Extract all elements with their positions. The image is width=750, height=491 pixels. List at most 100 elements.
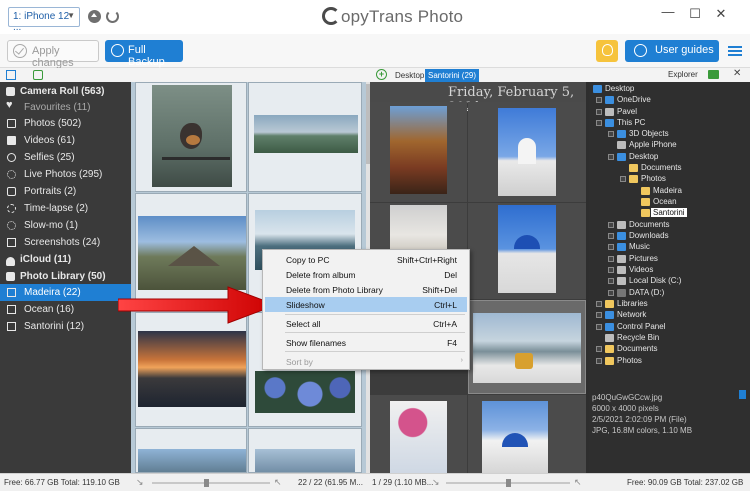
folder-icon[interactable] [708,70,719,79]
shrink-icon[interactable]: ↘ [432,477,440,488]
photo-thumbnail-selected[interactable] [468,300,586,394]
thumbnail-size-slider-right[interactable] [446,479,570,487]
add-tab-icon[interactable]: + [376,69,387,80]
photo-thumbnail[interactable] [135,428,247,473]
photo-thumbnail[interactable] [370,102,467,202]
backup-icon [111,44,124,57]
photo-thumbnail[interactable] [248,82,362,192]
minimize-button[interactable]: — [658,4,678,19]
sidebar-item-screenshots[interactable]: Screenshots (24) [0,234,131,251]
photo-thumbnail[interactable] [248,428,362,473]
sidebar-item-santorini[interactable]: Santorini (12) [0,318,131,335]
view-toggle-icon[interactable] [6,70,16,80]
pin-icon[interactable] [739,390,746,399]
sidebar-item-label: Portraits (2) [24,186,77,197]
expand-icon[interactable] [596,358,602,364]
submenu-arrow-icon: › [460,357,463,364]
expand-icon[interactable] [608,154,614,160]
computer-icon [605,119,614,127]
expand-icon[interactable] [596,120,602,126]
photo-thumbnail[interactable] [468,203,586,299]
sidebar-item-time-lapse[interactable]: Time-lapse (2) [0,200,131,217]
sidebar-item-selfies[interactable]: Selfies (25) [0,149,131,166]
expand-icon[interactable] [596,312,602,318]
sidebar-item-videos[interactable]: Videos (61) [0,132,131,149]
expand-icon[interactable] [596,97,602,103]
thumbnail-size-slider[interactable] [152,479,270,487]
expand-icon[interactable] [608,256,614,262]
apply-changes-button[interactable]: Apply changes [7,40,99,69]
maximize-button[interactable]: ☐ [685,6,705,22]
sidebar-item-portraits[interactable]: Portraits (2) [0,183,131,200]
sidebar-item-photo-library[interactable]: Photo Library (50) [0,268,131,285]
tips-lightbulb-button[interactable] [596,40,618,62]
eject-icon[interactable] [88,10,101,23]
sidebar-item-photos[interactable]: Photos (502) [0,115,131,132]
photo-thumbnail[interactable] [370,395,467,473]
menu-item-delete-from-photo-library[interactable]: Delete from Photo Library Shift+Del [265,282,467,297]
documents-icon [617,221,626,229]
refresh-icon[interactable] [106,10,119,23]
shrink-icon[interactable]: ↘ [136,477,144,488]
menu-item-slideshow[interactable]: Slideshow Ctrl+L [265,297,467,312]
expand-icon[interactable] [596,346,602,352]
expand-icon[interactable] [608,278,614,284]
sidebar-item-label: Time-lapse (2) [24,203,89,214]
expand-icon[interactable] [596,109,602,115]
desktop-icon [593,85,602,93]
menu-item-shortcut: Ctrl+L [434,300,457,310]
sidebar-item-ocean[interactable]: Ocean (16) [0,301,131,318]
slider-knob[interactable] [506,479,511,487]
menu-item-shortcut: F4 [447,338,457,348]
tab-santorini[interactable]: Santorini (29) [425,69,480,82]
library-icon [605,300,614,308]
expand-icon[interactable] [608,233,614,239]
device-select[interactable]: 1: iPhone 12 ... ▼ [8,7,80,33]
menu-item-sort-by[interactable]: Sort by › [265,354,467,369]
expand-icon[interactable] [596,301,602,307]
expand-icon[interactable] [608,131,614,137]
sidebar-item-live-photos[interactable]: Live Photos (295) [0,166,131,183]
photo-thumbnail[interactable] [135,312,247,427]
mountain-path-photo [138,216,246,290]
sidebar-item-slow-mo[interactable]: Slow-mo (1) [0,217,131,234]
expand-icon[interactable] [608,222,614,228]
expand-icon[interactable] [608,290,614,296]
menu-item-label: Delete from album [286,270,356,280]
sidebar-item-madeira[interactable]: Madeira (22) [0,284,131,301]
user-guides-label: User guides [655,44,714,56]
full-backup-button[interactable]: Full Backup [105,40,183,68]
cloud-icon [6,257,15,266]
photo-thumbnail[interactable] [468,395,586,473]
left-subbar [0,68,370,82]
expand-icon[interactable] [608,267,614,273]
photo-thumbnail[interactable] [135,82,247,192]
user-guides-button[interactable]: User guides [625,40,719,62]
sidebar-item-camera-roll[interactable]: Camera Roll (563) [0,83,131,100]
menu-item-select-all[interactable]: Select all Ctrl+A [265,316,467,331]
tab-desktop[interactable]: Desktop [392,69,427,82]
expand-icon[interactable] [620,176,626,182]
live-photo-icon [7,170,16,179]
menu-item-delete-from-album[interactable]: Delete from album Del [265,267,467,282]
slider-knob[interactable] [204,479,209,487]
menu-item-show-filenames[interactable]: Show filenames F4 [265,335,467,350]
menu-icon[interactable] [728,46,742,56]
add-album-icon[interactable] [33,70,43,80]
menu-separator [285,314,465,315]
expand-icon[interactable]: ↖ [574,477,582,488]
menu-item-copy-to-pc[interactable]: Copy to PC Shift+Ctrl+Right [265,252,467,267]
sidebar-item-favourites[interactable]: Favourites (11) [0,99,131,116]
sidebar-item-label: Selfies (25) [24,152,75,163]
right-subbar: + Desktop Santorini (29) Explorer ✕ [370,68,750,82]
close-window-button[interactable]: ✕ [711,6,731,22]
folder-icon [629,164,638,172]
sidebar-item-icloud[interactable]: iCloud (11) [0,251,131,268]
hydrangea-photo [255,371,355,413]
photo-thumbnail[interactable] [468,102,586,202]
close-explorer-button[interactable]: ✕ [733,68,741,79]
expand-icon[interactable]: ↖ [274,477,282,488]
timelapse-icon [7,204,16,213]
expand-icon[interactable] [608,244,614,250]
expand-icon[interactable] [596,324,602,330]
